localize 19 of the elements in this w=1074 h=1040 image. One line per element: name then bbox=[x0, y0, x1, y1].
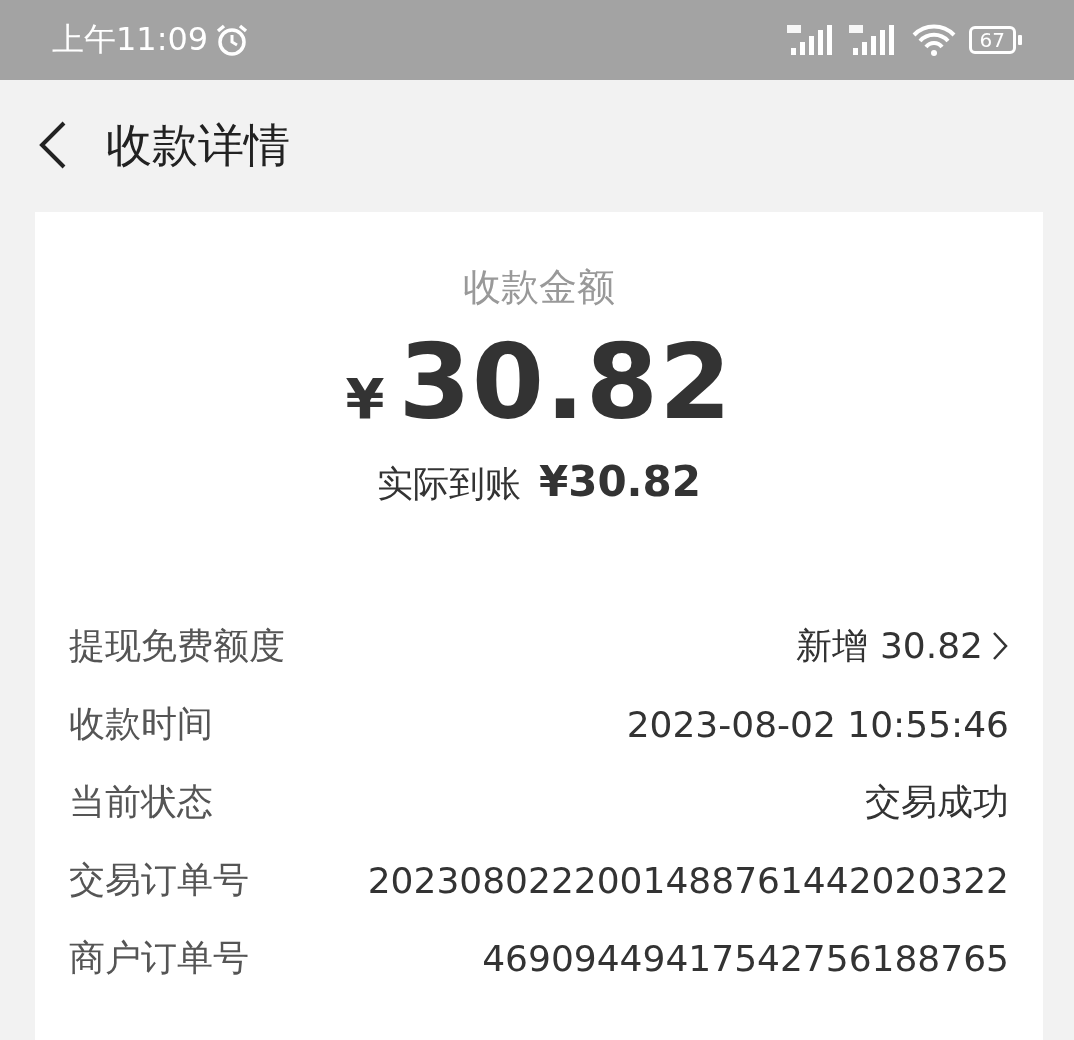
clock-time: 上午11:09 bbox=[52, 19, 209, 60]
row-label: 收款时间 bbox=[69, 701, 213, 746]
chevron-right-icon bbox=[991, 630, 1009, 662]
row-label: 交易订单号 bbox=[69, 857, 249, 902]
row-label: 当前状态 bbox=[69, 779, 213, 824]
amount-value: 30.82 bbox=[398, 321, 733, 443]
received-value: ¥30.82 bbox=[538, 457, 702, 506]
quota-link[interactable]: 新增 30.82 bbox=[796, 621, 1009, 671]
row-label: 商户订单号 bbox=[69, 935, 249, 980]
amount-label: 收款金额 bbox=[462, 264, 616, 311]
row-value: 2023-08-02 10:55:46 bbox=[626, 703, 1009, 745]
row-label: 提现免费额度 bbox=[69, 623, 285, 668]
wifi-icon bbox=[910, 23, 957, 57]
row-value: 46909449417542756188765 bbox=[482, 937, 1009, 979]
row-value: 2023080222001488761442020322 bbox=[367, 859, 1009, 901]
row-value: 交易成功 bbox=[865, 779, 1009, 824]
currency-symbol: ¥ bbox=[345, 366, 385, 431]
page-title: 收款详情 bbox=[106, 117, 290, 174]
received-label: 实际到账 bbox=[376, 462, 521, 506]
